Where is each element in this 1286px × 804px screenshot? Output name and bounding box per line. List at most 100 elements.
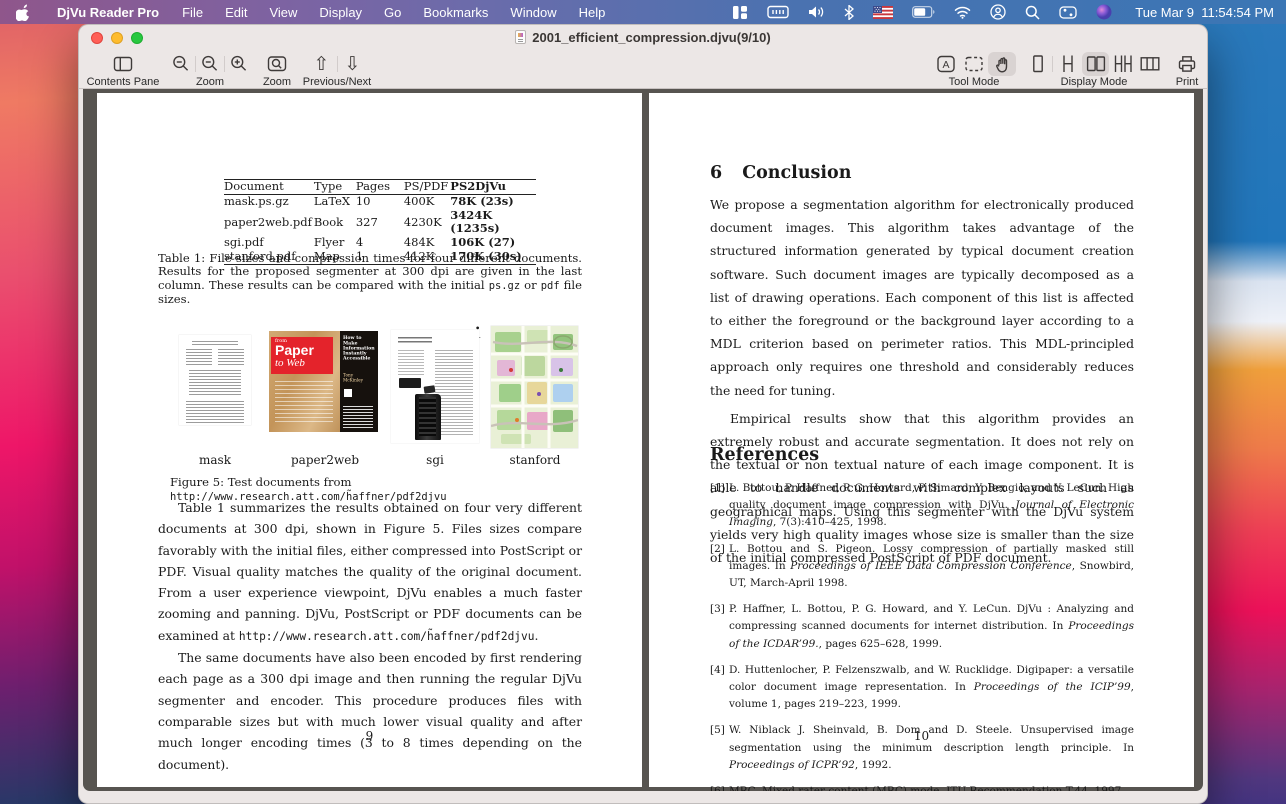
paragraph: Table 1 summarizes the results obtained … <box>158 500 582 643</box>
single-page-mode-button[interactable] <box>1024 52 1051 76</box>
text-select-tool-button[interactable]: A <box>932 52 960 76</box>
table-cell: 10 <box>355 194 371 208</box>
page-number-9: 9 <box>365 729 374 743</box>
menu-item-window[interactable]: Window <box>499 5 567 20</box>
table-cell: 4230K <box>403 214 442 229</box>
siri-icon[interactable] <box>1096 4 1112 20</box>
sidebar-icon <box>113 56 133 72</box>
table-cell: sgi.pdf <box>224 235 264 249</box>
marquee-zoom-button[interactable] <box>263 52 291 76</box>
table-row: sgi.pdf Flyer 4 484K 106K (27) <box>224 236 536 250</box>
previous-page-button[interactable]: ⇧ <box>308 52 336 76</box>
apple-icon <box>16 4 30 21</box>
table-header: Pages <box>355 179 391 193</box>
battery-icon[interactable] <box>912 6 935 18</box>
wifi-icon[interactable] <box>954 6 971 19</box>
two-page-continuous-icon <box>1114 55 1132 72</box>
table-cell: Flyer <box>313 235 345 249</box>
table-cell: 327 <box>355 214 378 229</box>
table-cell: Book <box>313 214 344 229</box>
apple-menu[interactable] <box>0 4 45 21</box>
print-button[interactable] <box>1173 52 1201 76</box>
account-icon[interactable] <box>990 4 1006 20</box>
toolbar: Contents Pane Zoom Zoom ⇧ ⇩ Previous/Nex… <box>79 51 1207 89</box>
thumbnail-paper2web: from Paper to Web How to Make Informatio… <box>269 331 378 432</box>
title-bar[interactable]: 2001_efficient_compression.djvu(9/10) <box>79 25 1207 51</box>
svg-text:A: A <box>942 59 949 71</box>
reference-item: [1] L. Bottou, P. Haffner, P. G. Howard, … <box>710 482 1134 529</box>
paragraph: The same documents have also been encode… <box>158 650 582 772</box>
table-cell: 106K (27) <box>450 235 516 249</box>
figure-label-mask: mask <box>199 453 231 467</box>
two-page-icon <box>1086 56 1105 72</box>
marquee-select-tool-button[interactable] <box>960 52 988 76</box>
spotlight-icon[interactable] <box>1025 5 1040 20</box>
contents-pane-button[interactable] <box>109 52 137 76</box>
previous-next-label: Previous/Next <box>302 76 372 88</box>
menu-item-display[interactable]: Display <box>308 5 373 20</box>
page-10: 6 Conclusion We propose a segmentation a… <box>649 93 1194 791</box>
references-list: [1] L. Bottou, P. Haffner, P. G. Howard, … <box>710 480 1134 791</box>
menu-item-file[interactable]: File <box>171 5 214 20</box>
menu-item-go[interactable]: Go <box>373 5 412 20</box>
book-mode-icon <box>1140 57 1160 71</box>
single-page-icon <box>1032 55 1043 73</box>
table-header: PS/PDF <box>403 179 449 193</box>
two-page-continuous-mode-button[interactable] <box>1109 52 1136 76</box>
print-label: Print <box>1175 76 1199 88</box>
section-number: 6 <box>710 163 723 183</box>
window-tiles-icon[interactable] <box>732 5 748 20</box>
menu-item-bookmarks[interactable]: Bookmarks <box>412 5 499 20</box>
zoom-out-button[interactable] <box>197 52 223 76</box>
figure-label-paper2web: paper2web <box>290 453 360 467</box>
zoom-in-icon <box>231 55 247 71</box>
table-row: mask.ps.gz LaTeX 10 400K 78K (23s) <box>224 195 536 210</box>
printer-icon <box>1178 56 1196 72</box>
document-scroll-area[interactable]: Document Type Pages PS/PDF PS2DjVu mask.ps.gz… <box>83 89 1203 791</box>
menu-bar: DjVu Reader Pro File Edit View Display Go Boo… <box>0 0 1286 24</box>
zoom-in-button[interactable] <box>226 52 252 76</box>
menu-item-app-name[interactable]: DjVu Reader Pro <box>45 5 171 20</box>
menu-item-edit[interactable]: Edit <box>214 5 258 20</box>
table-header: Type <box>313 179 343 193</box>
menu-item-help[interactable]: Help <box>568 5 617 20</box>
zoom-fit-button[interactable] <box>168 52 194 76</box>
table-header: Document <box>224 179 284 193</box>
figure-5: sgi from Paper to Web <box>97 324 642 486</box>
marquee-select-icon <box>965 56 983 72</box>
page-9: Document Type Pages PS/PDF PS2DjVu mask.ps.gz… <box>97 93 642 787</box>
section-heading: 6 Conclusion <box>710 163 851 183</box>
input-us-flag-icon[interactable] <box>873 5 894 19</box>
bluetooth-icon[interactable] <box>844 4 855 20</box>
control-center-icon[interactable] <box>1059 5 1077 19</box>
table-header: PS2DjVu <box>450 179 506 193</box>
menu-bar-clock[interactable]: Tue Mar 9 11:54:54 PM <box>1131 5 1274 20</box>
two-page-mode-button[interactable] <box>1081 52 1110 76</box>
figure-label-stanford: stanford <box>509 453 561 467</box>
book-mode-button[interactable] <box>1137 52 1164 76</box>
references-heading: References <box>710 445 820 465</box>
menu-item-view[interactable]: View <box>258 5 308 20</box>
continuous-mode-button[interactable] <box>1054 52 1081 76</box>
volume-icon[interactable] <box>808 5 825 19</box>
table-cell: 78K (23s) <box>450 194 514 208</box>
table-cell: 4 <box>355 235 364 249</box>
hand-tool-icon <box>995 56 1007 73</box>
stanford-map-graphic <box>490 326 579 448</box>
text-tool-icon: A <box>937 55 955 73</box>
table-cell: LaTeX <box>313 194 351 208</box>
table-cell: 400K <box>403 194 435 208</box>
paragraph: We propose a segmentation algorithm for … <box>710 197 1134 398</box>
thumbnail-mask <box>179 335 251 425</box>
keyboard-icon[interactable] <box>767 5 789 19</box>
hand-tool-button[interactable] <box>988 52 1016 76</box>
next-page-button[interactable]: ⇩ <box>339 52 367 76</box>
table-caption: Table 1: File sizes and compression time… <box>158 251 582 307</box>
thumbnail-sgi <box>391 330 479 443</box>
document-proxy-icon[interactable] <box>515 30 527 44</box>
continuous-page-icon <box>1063 55 1073 72</box>
table-row: paper2web.pdf Book 327 4230K 3424K (1235s) <box>224 209 536 236</box>
section-title: Conclusion <box>742 163 852 183</box>
marquee-zoom-icon <box>267 56 287 72</box>
zoom-out-icon <box>173 55 189 71</box>
